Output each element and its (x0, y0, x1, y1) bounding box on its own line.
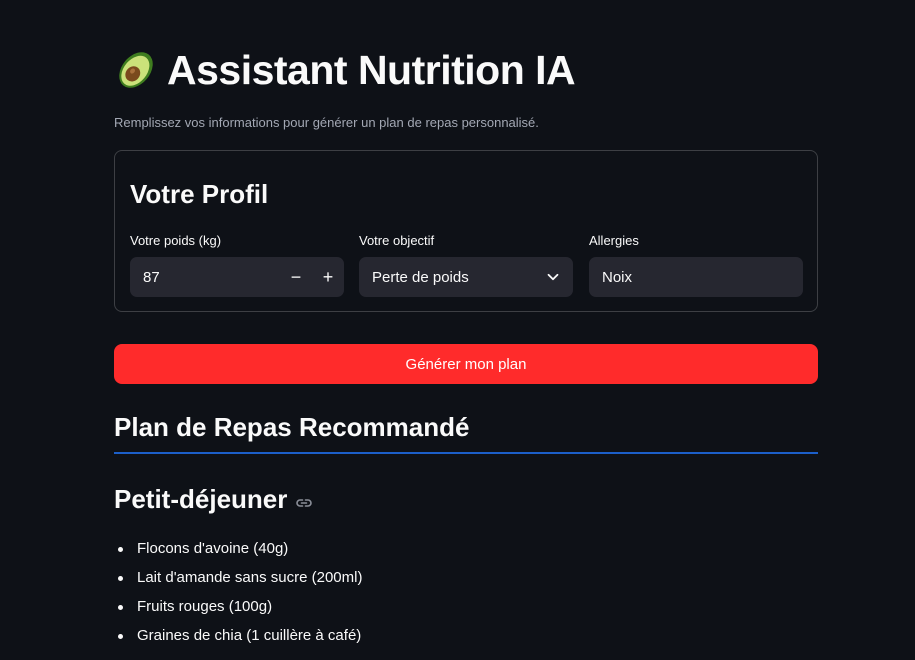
generate-plan-button[interactable]: Générer mon plan (114, 344, 818, 384)
section-divider (114, 452, 818, 454)
form-title: Votre Profil (130, 179, 269, 209)
increment-button[interactable]: + (312, 257, 344, 297)
weight-label: Votre poids (kg) (130, 233, 222, 248)
chevron-down-icon (547, 273, 559, 281)
allergies-field: Allergies Noix (589, 233, 803, 297)
list-item: Lait d'amande sans sucre (200ml) (114, 567, 362, 596)
weight-value[interactable]: 87 (143, 269, 280, 286)
weight-number-input: 87 − + (130, 257, 344, 297)
meal-items-list: Flocons d'avoine (40g) Lait d'amande san… (114, 538, 362, 654)
list-item: Fruits rouges (100g) (114, 596, 362, 625)
goal-label: Votre objectif (359, 233, 435, 248)
goal-field: Votre objectif Perte de poids (359, 233, 573, 297)
list-item: Flocons d'avoine (40g) (114, 538, 362, 567)
goal-select[interactable]: Perte de poids (359, 257, 573, 297)
meal-header: Petit-déjeuner (114, 484, 313, 515)
allergies-input[interactable]: Noix (589, 257, 803, 297)
avocado-icon (119, 52, 153, 88)
plan-section-title: Plan de Repas Recommandé (114, 412, 470, 442)
page-header: Assistant Nutrition IA (114, 42, 576, 98)
meal-title: Petit-déjeuner (114, 484, 288, 514)
profile-form: Votre Profil Votre poids (kg) 87 − + Vot… (114, 150, 818, 312)
goal-selected-value: Perte de poids (372, 268, 469, 286)
page-subtitle: Remplissez vos informations pour générer… (114, 115, 539, 130)
list-item: Graines de chia (1 cuillère à café) (114, 625, 362, 654)
page-title: Assistant Nutrition IA (167, 46, 576, 93)
weight-field: Votre poids (kg) 87 − + (130, 233, 344, 297)
decrement-button[interactable]: − (280, 257, 312, 297)
link-icon[interactable] (295, 494, 313, 512)
allergies-label: Allergies (589, 233, 639, 248)
